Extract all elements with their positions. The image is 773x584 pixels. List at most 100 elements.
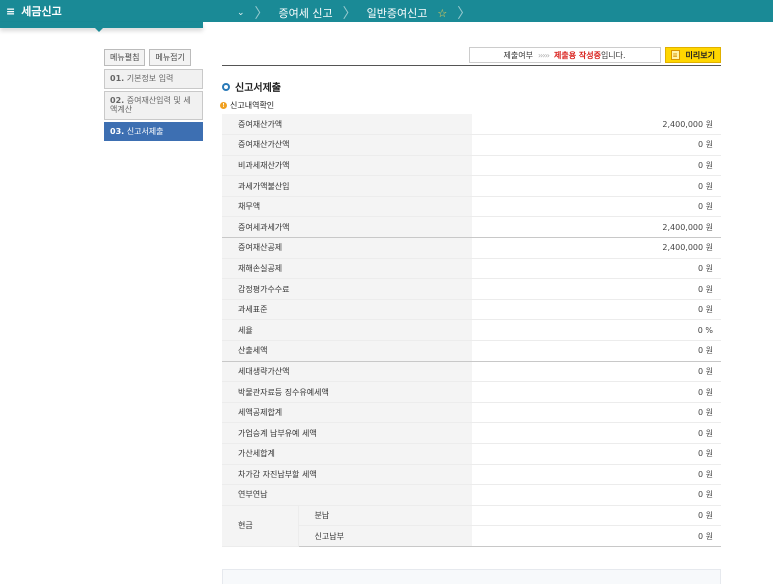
- chevron-down-icon[interactable]: ⌄: [237, 8, 245, 18]
- step-number: 02.: [110, 95, 125, 105]
- row-label: 연부연납: [222, 484, 472, 506]
- table-row: 가업승계 납부유예 세액 0 원: [222, 422, 721, 444]
- step-property-calc[interactable]: 02. 증여재산입력 및 세액계산: [104, 90, 203, 120]
- row-label: 재해손실공제: [222, 258, 472, 280]
- table-row: 과세가액불산입 0 원: [222, 175, 721, 197]
- submission-status: 제출여부 ››››› 제출용 작성중입니다.: [468, 47, 661, 63]
- row-value: 0 원: [472, 299, 721, 321]
- preview-label: 미리보기: [685, 50, 715, 60]
- section-title: 신고서제출: [222, 79, 721, 94]
- row-label: 증여재산가액: [222, 114, 472, 136]
- table-row: 채무액 0 원: [222, 196, 721, 218]
- row-value: 0 원: [472, 155, 721, 177]
- row-label: 과세가액불산입: [222, 175, 472, 197]
- subsection-title-text: 신고내역확인: [230, 101, 275, 110]
- table-row: 증여세과세가액 2,400,000 원: [222, 216, 721, 239]
- table-row: 가산세합계 0 원: [222, 443, 721, 465]
- row-label: 가업승계 납부유예 세액: [222, 422, 472, 444]
- row-label: 채무액: [222, 196, 472, 218]
- step-sidebar: 메뉴펼침 메뉴접기 01. 기본정보 입력 02. 증여재산입력 및 세액계산 …: [104, 49, 203, 143]
- breadcrumb-separator-icon: 〉: [342, 6, 357, 22]
- row-value: 0 원: [472, 258, 721, 280]
- hamburger-icon: ≡: [6, 4, 16, 18]
- row-value: 2,400,000 원: [472, 216, 721, 239]
- expand-menu-button[interactable]: 메뉴펼침: [104, 49, 146, 66]
- table-row: 비과세재산가액 0 원: [222, 155, 721, 177]
- row-value: 0 %: [472, 319, 721, 342]
- row-label: 차가감 자진납부할 세액: [222, 464, 472, 486]
- row-label: 증여세과세가액: [222, 216, 472, 239]
- row-value: 0 원: [472, 402, 721, 424]
- row-label: 세액공제합계: [222, 402, 472, 424]
- step-basic-info[interactable]: 01. 기본정보 입력: [104, 69, 203, 89]
- table-row: 감정평가수수료 0 원: [222, 278, 721, 300]
- row-label: 증여재산가산액: [222, 134, 472, 156]
- filing-summary-table: 증여재산가액 2,400,000 원 증여재산가산액 0 원 비과세재산가액 0 원 과세가…: [222, 114, 721, 547]
- step-number: 01.: [110, 74, 125, 83]
- menu-label: 세금신고: [21, 5, 62, 18]
- preview-button[interactable]: ≡ 미리보기: [664, 47, 721, 63]
- breadcrumb-separator-icon: 〉: [457, 6, 472, 22]
- row-value: 0 원: [472, 484, 721, 506]
- step-label: 신고서제출: [126, 126, 164, 136]
- tab-pointer-icon: [94, 27, 104, 32]
- table-row: 세율 0 %: [222, 319, 721, 342]
- info-icon: !: [220, 102, 227, 109]
- row-value: 0 원: [472, 340, 721, 362]
- row-value: 2,400,000 원: [472, 237, 721, 259]
- breadcrumb-general-gift[interactable]: 일반증여신고: [367, 5, 428, 21]
- menu-tab-indicator: [0, 22, 203, 32]
- table-row: 현금 분납 0 원: [222, 505, 721, 547]
- row-value: 0 원: [472, 278, 721, 300]
- table-row: 과세표준 0 원: [222, 299, 721, 321]
- step-submit-return[interactable]: 03. 신고서제출: [104, 121, 203, 142]
- filing-payment-label: 신고납부: [298, 525, 472, 547]
- table-row: 세액공제합계 0 원: [222, 402, 721, 424]
- row-label: 산출세액: [222, 340, 472, 362]
- row-value: 2,400,000 원: [472, 114, 721, 136]
- collapse-menu-button[interactable]: 메뉴접기: [149, 49, 191, 66]
- row-label: 감정평가수수료: [222, 278, 472, 300]
- cash-label: 현금: [222, 505, 299, 547]
- status-highlight: 제출용 작성중: [553, 50, 601, 60]
- row-value: 0 원: [472, 196, 721, 218]
- step-label: 기본정보 입력: [126, 74, 174, 83]
- row-value: 0 원: [472, 422, 721, 444]
- table-row: 증여재산공제 2,400,000 원: [222, 237, 721, 259]
- table-row: 증여재산가산액 0 원: [222, 134, 721, 156]
- row-label: 세대생략가산액: [222, 361, 472, 383]
- section-title-text: 신고서제출: [235, 83, 281, 94]
- row-label: 가산세합계: [222, 443, 472, 465]
- row-value: 0 원: [472, 134, 721, 156]
- tax-filing-menu[interactable]: ≡ 세금신고: [6, 3, 62, 19]
- breadcrumb-gift-tax[interactable]: 증여세 신고: [279, 5, 333, 21]
- main-content: 제출여부 ››››› 제출용 작성중입니다. ≡ 미리보기 신고서제출 ! 신고…: [220, 47, 721, 547]
- row-label: 박물관자료등 징수유예세액: [222, 381, 472, 403]
- table-row: 세대생략가산액 0 원: [222, 361, 721, 383]
- status-suffix: 입니다.: [600, 50, 626, 60]
- table-row: 증여재산가액 2,400,000 원: [222, 114, 721, 136]
- row-label: 증여재산공제: [222, 237, 472, 259]
- bottom-panel: [222, 569, 721, 584]
- installment-label: 분납: [298, 505, 472, 527]
- filing-payment-value: 0 원: [472, 525, 721, 547]
- row-label: 과세표준: [222, 299, 472, 321]
- breadcrumb-separator-icon: 〉: [254, 6, 269, 22]
- breadcrumb: ⌄ 〉 증여세 신고 〉 일반증여신고 ☆ 〉: [237, 3, 471, 23]
- row-value: 0 원: [472, 361, 721, 383]
- bullet-icon: [222, 82, 230, 91]
- row-label: 세율: [222, 319, 472, 342]
- favorite-star-icon[interactable]: ☆: [437, 7, 447, 20]
- top-bar: ≡ 세금신고 ⌄ 〉 증여세 신고 〉 일반증여신고 ☆ 〉: [0, 0, 773, 32]
- row-value: 0 원: [472, 464, 721, 486]
- row-label: 비과세재산가액: [222, 155, 472, 177]
- table-row: 재해손실공제 0 원: [222, 258, 721, 280]
- status-row: 제출여부 ››››› 제출용 작성중입니다. ≡ 미리보기: [222, 47, 721, 66]
- row-value: 0 원: [472, 175, 721, 197]
- row-value: 0 원: [472, 381, 721, 403]
- status-prefix: 제출여부: [503, 50, 533, 60]
- table-row: 박물관자료등 징수유예세액 0 원: [222, 381, 721, 403]
- arrows-icon: ›››››: [537, 50, 550, 60]
- document-icon: ≡: [670, 50, 680, 60]
- table-row: 연부연납 0 원: [222, 484, 721, 506]
